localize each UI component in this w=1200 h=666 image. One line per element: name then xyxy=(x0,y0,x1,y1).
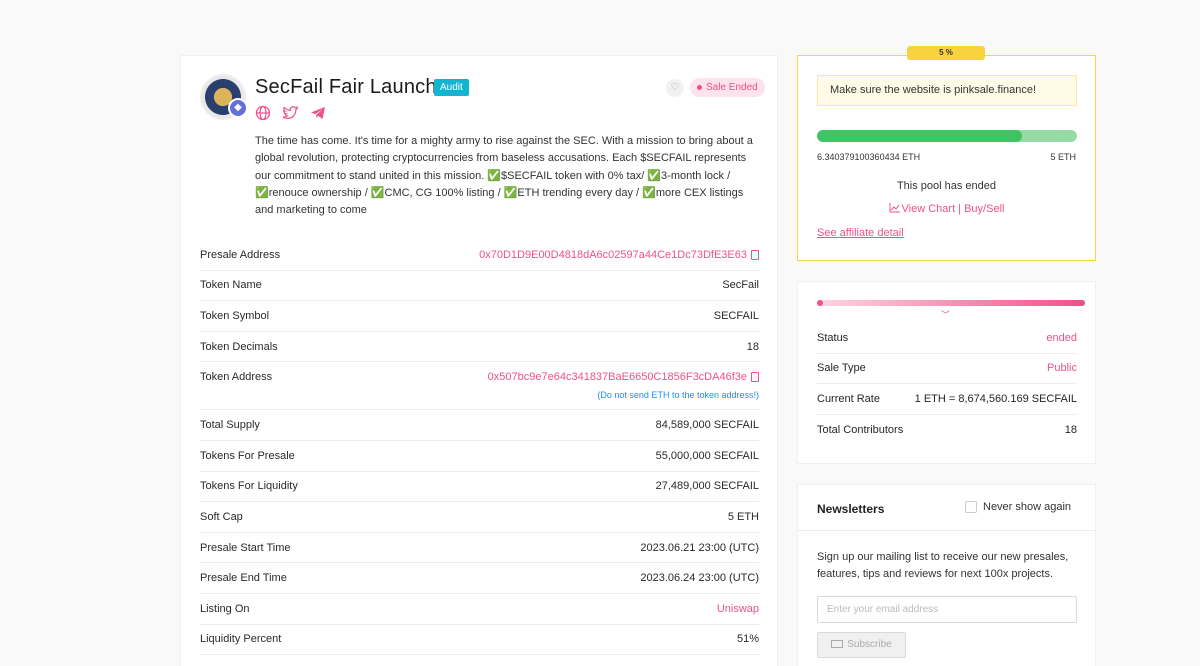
newsletter-title: Newsletters xyxy=(817,502,885,516)
token-name-label: Token Name xyxy=(200,279,262,292)
contributors-value: 18 xyxy=(1064,424,1077,437)
never-show-again-label[interactable]: Never show again xyxy=(983,501,1071,513)
status-value: ended xyxy=(1046,331,1077,344)
table-row: Liquidity Percent 51% xyxy=(200,625,759,656)
soft-cap-label: Soft Cap xyxy=(200,510,243,523)
twitter-icon[interactable] xyxy=(282,105,299,124)
listing-link[interactable]: Uniswap xyxy=(717,603,759,615)
timeline-end-dot xyxy=(1079,300,1085,306)
chevron-down-icon: ﹀ xyxy=(941,310,951,320)
presale-address-label: Presale Address xyxy=(200,248,281,261)
tokens-liquidity-label: Tokens For Liquidity xyxy=(200,480,298,493)
sale-type-label: Sale Type xyxy=(817,362,866,375)
table-row: Soft Cap 5 ETH xyxy=(200,502,759,533)
audit-badge[interactable]: Audit xyxy=(434,79,469,96)
status-table: Status ended Sale Type Public Current Ra… xyxy=(817,323,1077,445)
presale-end-value: 2023.06.24 23:00 (UTC) xyxy=(640,572,759,585)
table-row: Token Address 0x507bc9e7e64c341837BaE665… xyxy=(200,362,759,411)
pool-card: Make sure the website is pinksale.financ… xyxy=(797,55,1096,261)
status-badge: Sale Ended xyxy=(690,78,765,97)
table-row: Tokens For Presale 55,000,000 SECFAIL xyxy=(200,441,759,472)
divider xyxy=(798,530,1095,531)
total-supply-value: 84,589,000 SECFAIL xyxy=(655,419,759,432)
checkbox-icon[interactable] xyxy=(965,501,977,514)
token-symbol-value: SECFAIL xyxy=(713,309,759,322)
newsletter-description: Sign up our mailing list to receive our … xyxy=(817,551,1069,580)
contributors-label: Total Contributors xyxy=(817,424,904,437)
affiliate-link[interactable]: See affiliate detail xyxy=(817,227,904,239)
token-address-value[interactable]: 0x507bc9e7e64c341837BaE6650C1856F3cDA46f… xyxy=(488,371,747,383)
presale-address-link[interactable]: 0x70D1D9E00D4818dA6c02597a44Ce1Dc73DfE3E… xyxy=(479,249,759,261)
token-decimals-value: 18 xyxy=(746,340,759,353)
table-row: Total Contributors 18 xyxy=(817,415,1077,446)
presale-address-value[interactable]: 0x70D1D9E00D4818dA6c02597a44Ce1Dc73DfE3E… xyxy=(479,249,747,261)
table-row: Presale Start Time 2023.06.21 23:00 (UTC… xyxy=(200,533,759,564)
progress-fill xyxy=(817,130,1023,142)
table-row: Token Name SecFail xyxy=(200,271,759,302)
current-rate-value: 1 ETH = 8,674,560.169 SECFAIL xyxy=(914,392,1077,405)
subscribe-label: Subscribe xyxy=(847,639,892,650)
timeline-start-dot xyxy=(817,300,823,306)
token-name-value: SecFail xyxy=(722,279,759,292)
presale-start-value: 2023.06.21 23:00 (UTC) xyxy=(640,541,759,554)
copy-icon[interactable] xyxy=(751,249,759,260)
detail-table: Presale Address 0x70D1D9E00D4818dA6c0259… xyxy=(200,240,759,656)
tokens-presale-label: Tokens For Presale xyxy=(200,449,295,462)
table-row: Total Supply 84,589,000 SECFAIL xyxy=(200,410,759,441)
pool-ended-text: This pool has ended xyxy=(896,180,997,192)
view-chart-label[interactable]: View Chart | Buy/Sell xyxy=(902,203,1005,215)
presale-end-label: Presale End Time xyxy=(200,572,287,585)
table-row: Tokens For Liquidity 27,489,000 SECFAIL xyxy=(200,472,759,503)
liquidity-value: 51% xyxy=(736,633,759,646)
presale-start-label: Presale Start Time xyxy=(200,541,291,554)
globe-icon[interactable] xyxy=(255,105,271,124)
token-decimals-label: Token Decimals xyxy=(200,340,278,353)
favorite-heart-button[interactable]: ♡ xyxy=(666,79,684,97)
ethereum-icon: ◆ xyxy=(228,98,248,118)
mail-icon xyxy=(831,640,844,649)
newsletter-card: Newsletters Never show again Sign up our… xyxy=(797,484,1096,666)
table-row: Token Symbol SECFAIL xyxy=(200,301,759,332)
table-row: Presale Address 0x70D1D9E00D4818dA6c0259… xyxy=(200,240,759,271)
total-supply-label: Total Supply xyxy=(200,419,260,432)
project-description: The time has come. It's time for a might… xyxy=(255,135,753,217)
status-label: Status xyxy=(817,331,849,344)
token-address-label: Token Address xyxy=(200,371,273,384)
token-address-link[interactable]: 0x507bc9e7e64c341837BaE6650C1856F3cDA46f… xyxy=(488,371,759,383)
sale-timeline xyxy=(817,300,1085,306)
never-show-again-checkbox[interactable]: Never show again xyxy=(965,501,1071,514)
raised-amount: 6.340379100360434 ETH xyxy=(817,152,921,162)
table-row: Current Rate 1 ETH = 8,674,560.169 SECFA… xyxy=(817,384,1077,415)
liquidity-label: Liquidity Percent xyxy=(200,633,282,646)
sale-type-value: Public xyxy=(1047,362,1077,375)
status-badge-label: Sale Ended xyxy=(706,82,758,93)
listing-label: Listing On xyxy=(200,602,250,615)
tokens-liquidity-value: 27,489,000 SECFAIL xyxy=(655,480,759,493)
token-symbol-label: Token Symbol xyxy=(200,309,270,322)
table-row: Token Decimals 18 xyxy=(200,332,759,363)
copy-icon[interactable] xyxy=(751,372,759,383)
status-card: ﹀ Status ended Sale Type Public Current … xyxy=(797,281,1096,464)
status-dot-icon xyxy=(697,84,702,90)
progress-bar xyxy=(817,130,1077,142)
view-chart-link[interactable]: View Chart | Buy/Sell xyxy=(798,203,1095,215)
table-row: Listing On Uniswap xyxy=(200,594,759,625)
cap-amount: 5 ETH xyxy=(1050,152,1076,162)
project-card: ◆ SecFail Fair Launch Audit ♡ Sale Ended… xyxy=(180,55,778,666)
current-rate-label: Current Rate xyxy=(817,392,880,405)
telegram-icon[interactable] xyxy=(310,105,326,124)
soft-cap-value: 5 ETH xyxy=(727,510,759,523)
table-row: Status ended xyxy=(817,323,1077,354)
table-row: Presale End Time 2023.06.24 23:00 (UTC) xyxy=(200,563,759,594)
chart-icon xyxy=(889,203,900,213)
website-warning: Make sure the website is pinksale.financ… xyxy=(817,75,1077,106)
page-title: SecFail Fair Launch xyxy=(255,76,437,98)
table-row: Sale Type Public xyxy=(817,354,1077,385)
email-field[interactable] xyxy=(817,596,1077,623)
subscribe-button[interactable]: Subscribe xyxy=(817,632,906,658)
progress-percent-tag: 5 % xyxy=(907,46,985,60)
token-address-warning: (Do not send ETH to the token address!) xyxy=(597,390,759,401)
tokens-presale-value: 55,000,000 SECFAIL xyxy=(655,449,759,462)
